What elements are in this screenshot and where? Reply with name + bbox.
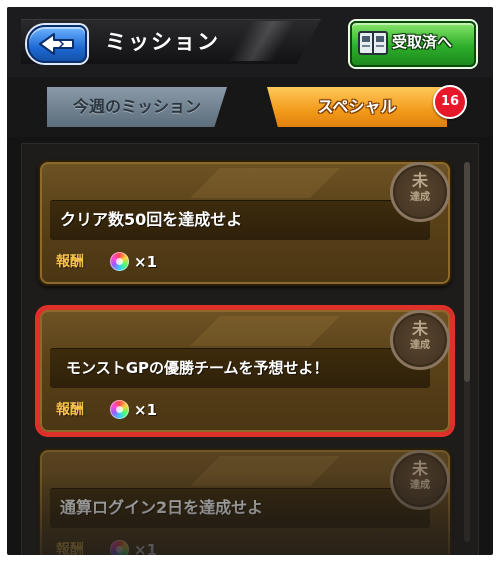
special-count-badge: 16 bbox=[433, 85, 467, 119]
reward-label: 報酬 bbox=[56, 402, 84, 418]
card-decoration bbox=[190, 456, 340, 486]
stamp-bottom-text: 達成 bbox=[410, 192, 430, 203]
card-decoration bbox=[190, 316, 340, 346]
book-icon bbox=[358, 31, 388, 55]
rainbow-orb-icon bbox=[110, 540, 129, 555]
stamp-top-text: 未 bbox=[411, 171, 428, 190]
stamp-top-text: 未 bbox=[411, 459, 428, 478]
tab-weekly-missions[interactable]: 今週のミッション bbox=[47, 87, 227, 127]
stamp-bottom-text: 達成 bbox=[410, 340, 430, 351]
rainbow-orb-icon bbox=[110, 252, 129, 271]
header-bar: ミッション 受取済へ bbox=[7, 7, 493, 77]
tab-special[interactable]: スペシャル bbox=[267, 87, 447, 127]
mission-card[interactable]: クリア数50回を達成せよ 報酬 ×1 未 達成 bbox=[38, 160, 452, 286]
mission-card[interactable]: 通算ログイン2日を達成せよ 報酬 ×1 未 達成 bbox=[38, 448, 452, 555]
scrollbar-thumb[interactable] bbox=[464, 162, 470, 382]
not-achieved-stamp: 未 達成 bbox=[390, 310, 450, 370]
stamp-bottom-text: 達成 bbox=[410, 480, 430, 491]
claimed-button-label: 受取済へ bbox=[392, 33, 453, 51]
page-title: ミッション bbox=[105, 30, 220, 54]
mission-card-selected[interactable]: モンストGPの優勝チームを予想せよ！ 報酬 ×1 未 達成 bbox=[38, 308, 452, 434]
not-achieved-stamp: 未 達成 bbox=[390, 450, 450, 510]
mission-list[interactable]: クリア数50回を達成せよ 報酬 ×1 未 達成 モンストGPの優勝チームを予想せ… bbox=[21, 143, 479, 555]
claimed-missions-button[interactable]: 受取済へ bbox=[350, 21, 476, 67]
card-decoration bbox=[190, 168, 340, 198]
mission-text: 通算ログイン2日を達成せよ bbox=[60, 498, 264, 517]
reward-label: 報酬 bbox=[56, 542, 84, 555]
reward-quantity: ×1 bbox=[134, 253, 158, 271]
stamp-top-text: 未 bbox=[411, 319, 428, 338]
reward-label: 報酬 bbox=[56, 254, 84, 270]
mission-text: クリア数50回を達成せよ bbox=[60, 210, 243, 229]
back-button[interactable] bbox=[27, 25, 87, 63]
reward-quantity: ×1 bbox=[134, 541, 158, 555]
tab-bar: 今週のミッション スペシャル 16 bbox=[7, 77, 493, 137]
back-arrow-icon bbox=[39, 33, 74, 55]
not-achieved-stamp: 未 達成 bbox=[390, 162, 450, 222]
app-frame: ミッション 受取済へ 今週のミッション スペシャル 16 クリア数50回を達成せ… bbox=[7, 7, 493, 555]
mission-text: モンストGPの優勝チームを予想せよ！ bbox=[66, 359, 329, 377]
rainbow-orb-icon bbox=[110, 400, 129, 419]
reward-quantity: ×1 bbox=[134, 401, 158, 419]
